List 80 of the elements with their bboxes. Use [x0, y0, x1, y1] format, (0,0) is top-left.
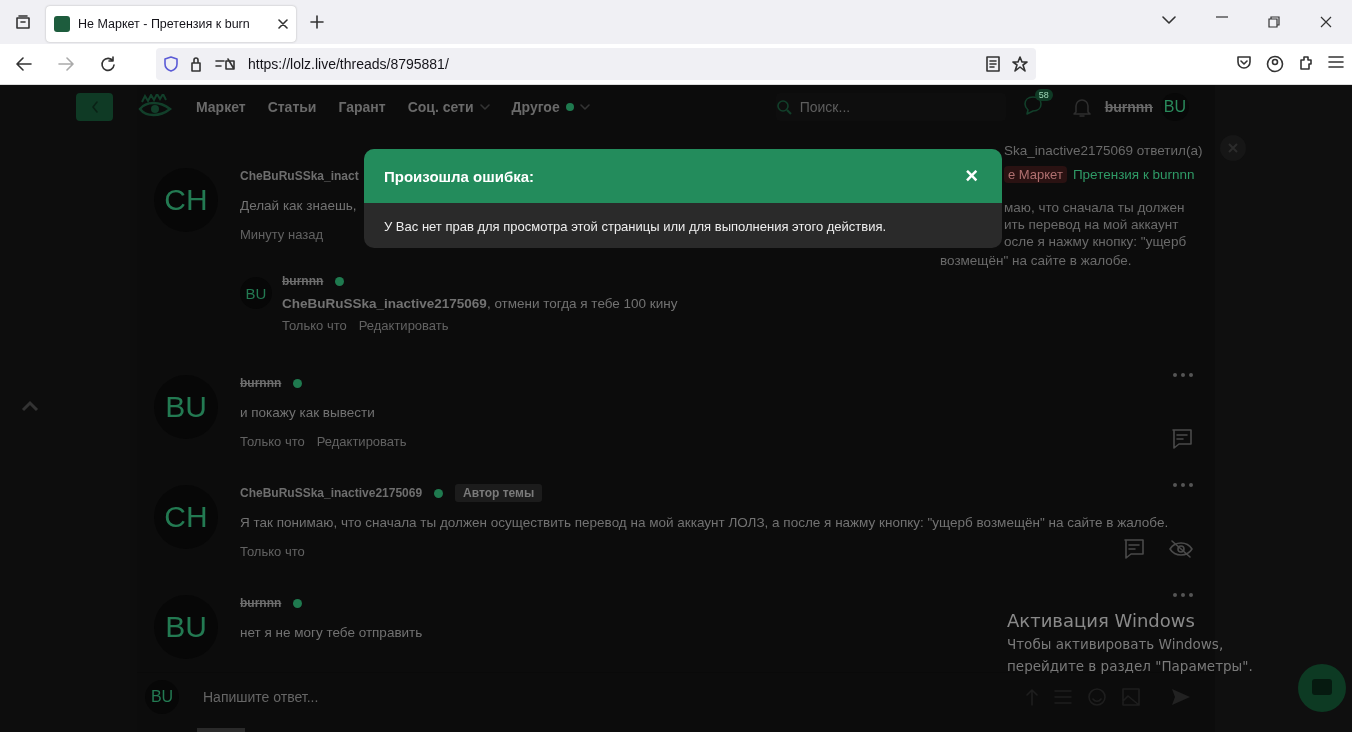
- user-avatar[interactable]: BU: [1160, 92, 1189, 121]
- post-text: нет я не могу тебе отправить: [240, 624, 423, 640]
- bell-icon[interactable]: [1072, 96, 1091, 117]
- thread-link[interactable]: Претензия к burnnn: [1072, 166, 1195, 182]
- user-avatar[interactable]: CH: [154, 485, 218, 549]
- tab-title: Не Маркет - Претензия к burn: [78, 17, 251, 31]
- post-text: Я так понимаю, что сначала ты должен осуществить перевод на мой аккаунт ЛОЛЗ, а после я нажму кнопку: "ущерб возмещён" на сайте в жалобе.: [240, 514, 1169, 530]
- plus-icon[interactable]: [310, 15, 324, 29]
- close-icon[interactable]: [1320, 16, 1332, 28]
- close-button[interactable]: ×: [961, 163, 982, 189]
- nav-link[interactable]: Соц. сети: [407, 98, 490, 115]
- post-time: Минуту назад: [240, 226, 324, 242]
- notification-text: маю, что сначала ты должен: [1004, 199, 1186, 216]
- nav-link[interactable]: Маркет: [196, 98, 246, 115]
- extensions-icon[interactable]: [1298, 55, 1314, 71]
- comment-text: CheBuRuSSka_inactive2175069, отмени тогда я тебе 100 кину: [282, 295, 678, 311]
- prefix-tag: е Маркет: [1004, 165, 1067, 183]
- online-dot: [565, 102, 574, 111]
- user-avatar[interactable]: BU: [240, 277, 272, 309]
- notification-text: Ska_inactive2175069 ответил(а): [1004, 143, 1203, 160]
- author-name[interactable]: CheBuRuSSka_inact: [240, 169, 359, 183]
- menu-icon[interactable]: [1328, 55, 1344, 69]
- author-name[interactable]: burnnn: [240, 596, 282, 610]
- nav-link[interactable]: Другое: [511, 98, 590, 115]
- reader-view-icon[interactable]: [986, 56, 1000, 72]
- author-name[interactable]: burnnn: [282, 274, 324, 288]
- activation-text: Чтобы активировать Windows, перейдите в раздел "Параметры".: [1007, 635, 1254, 676]
- author-name[interactable]: burnnn: [240, 376, 282, 390]
- back-button[interactable]: [76, 92, 113, 121]
- nav-link[interactable]: Гарант: [338, 98, 386, 115]
- author-name[interactable]: CheBuRuSSka_inactive2175069: [240, 486, 423, 500]
- caret-icon: [579, 103, 590, 110]
- username[interactable]: burnnn: [1104, 98, 1153, 115]
- notification-text: возмещён" на сайте в жалобе.: [940, 253, 1132, 268]
- reply-input[interactable]: Напишите ответ...: [201, 687, 1001, 706]
- user-avatar[interactable]: CH: [154, 168, 218, 232]
- dialog-title: Произошла ошибка:: [384, 167, 535, 185]
- close-icon[interactable]: [278, 19, 288, 29]
- search-icon: [775, 98, 792, 115]
- shield-icon[interactable]: [164, 56, 178, 72]
- post-time: Только что: [240, 543, 305, 559]
- reply-icon[interactable]: [1171, 428, 1193, 450]
- chevron-up-icon[interactable]: [21, 400, 39, 412]
- browser-tab[interactable]: Не Маркет - Претензия к burn: [46, 6, 296, 42]
- more-dots-icon[interactable]: [1173, 483, 1193, 487]
- edit-link[interactable]: Редактировать: [316, 433, 407, 449]
- lock-icon[interactable]: [190, 56, 202, 72]
- post-time: Только что: [282, 317, 347, 333]
- permissions-icon[interactable]: [214, 56, 236, 72]
- user-avatar[interactable]: BU: [154, 375, 218, 439]
- pocket-icon[interactable]: [1236, 55, 1252, 71]
- tab-list-icon[interactable]: [15, 14, 31, 30]
- chevron-down-icon[interactable]: [1162, 16, 1176, 24]
- post-time: Только что: [240, 433, 305, 449]
- reply-icon[interactable]: [1123, 538, 1145, 560]
- edit-link[interactable]: Редактировать: [358, 317, 449, 333]
- more-dots-icon[interactable]: [1173, 373, 1193, 377]
- caret-icon: [479, 103, 490, 110]
- error-message: У Вас нет прав для просмотра этой страницы или для выполнения этого действия.: [383, 218, 888, 236]
- user-avatar: BU: [145, 679, 179, 714]
- notification-text: осле я нажму кнопку: "ущерб: [1004, 233, 1188, 250]
- bookmark-star-icon[interactable]: [1012, 56, 1028, 72]
- post-text: Делай как знаешь,: [240, 197, 357, 213]
- account-icon[interactable]: [1266, 55, 1284, 73]
- chevron-left-icon: [90, 100, 99, 113]
- notification-text: ить перевод на мой аккаунт: [1004, 216, 1180, 233]
- back-icon[interactable]: [16, 57, 32, 71]
- unread-count-badge: 58: [1034, 88, 1053, 101]
- nav-link[interactable]: Статьи: [267, 98, 317, 115]
- activation-title: Активация Windows: [1007, 610, 1196, 631]
- eye-slash-icon[interactable]: [1169, 539, 1193, 559]
- reload-icon[interactable]: [100, 56, 116, 72]
- restore-icon[interactable]: [1268, 16, 1280, 28]
- author-badge: Автор темы: [455, 484, 543, 502]
- site-favicon: [54, 16, 70, 32]
- post-text: и покажу как вывести: [240, 404, 375, 420]
- user-avatar[interactable]: BU: [154, 595, 218, 659]
- address-bar[interactable]: https://lolz.live/threads/8795881/: [156, 48, 1036, 80]
- more-dots-icon[interactable]: [1173, 593, 1193, 597]
- forward-icon[interactable]: [58, 57, 74, 71]
